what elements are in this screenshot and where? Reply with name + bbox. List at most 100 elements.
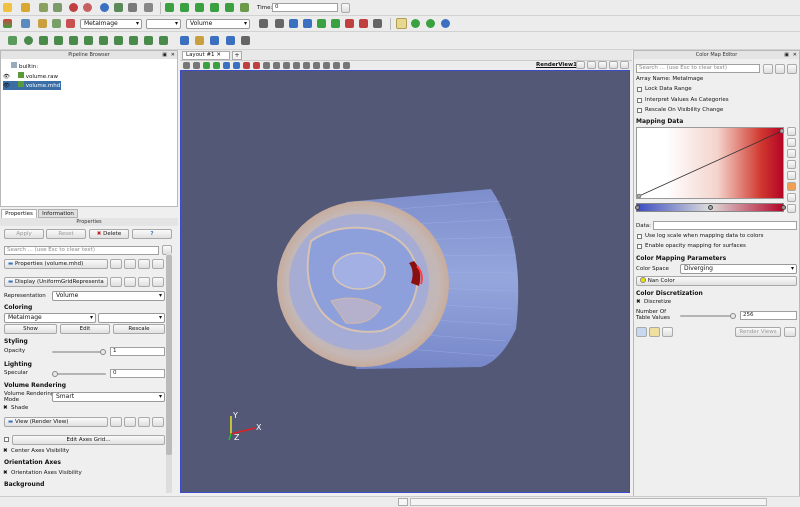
redo-icon[interactable] — [83, 3, 92, 12]
clip-icon[interactable] — [39, 36, 48, 45]
threshold-icon[interactable] — [69, 36, 78, 45]
help-icon[interactable] — [100, 3, 109, 12]
tab-properties[interactable]: Properties — [1, 209, 37, 218]
last-frame-icon[interactable] — [225, 3, 234, 12]
save-defaults-icon[interactable] — [152, 259, 164, 269]
load-state-icon[interactable] — [39, 3, 48, 12]
tree-item-builtin[interactable]: builtin: — [11, 62, 38, 71]
first-frame-icon[interactable] — [165, 3, 174, 12]
cme-close-icon[interactable]: ✕ — [793, 52, 797, 58]
hover-cells-icon[interactable] — [273, 62, 280, 69]
tab-information[interactable]: Information — [38, 209, 78, 218]
split-view-icon[interactable] — [180, 36, 189, 45]
color-point-min[interactable] — [635, 205, 640, 210]
restore-view-icon[interactable] — [609, 61, 618, 69]
color-point-mid[interactable] — [708, 205, 713, 210]
grow-selection-icon[interactable] — [283, 62, 290, 69]
select-polygon-small-icon[interactable] — [233, 62, 240, 69]
hover-points-icon[interactable] — [263, 62, 270, 69]
color-map-icon[interactable] — [3, 19, 12, 28]
opacity-input[interactable]: 1 — [110, 347, 165, 356]
select-block-small-icon[interactable] — [243, 62, 250, 69]
cme-search-input[interactable]: Search ... (use Esc to clear text) — [636, 64, 760, 73]
undo-icon[interactable] — [69, 3, 78, 12]
reset-range-icon[interactable] — [52, 19, 61, 28]
clear-selection-icon[interactable] — [303, 62, 310, 69]
view-help-icon[interactable] — [333, 62, 340, 69]
close-view-icon[interactable] — [620, 61, 629, 69]
edit-colormap-button[interactable]: Edit — [60, 324, 110, 334]
view-y-plus-icon[interactable] — [317, 19, 326, 28]
view-x-minus-icon[interactable] — [303, 19, 312, 28]
view-capture-icon[interactable] — [343, 62, 350, 69]
lookmark-icon[interactable] — [210, 36, 219, 45]
rescale-visible-icon[interactable] — [787, 160, 796, 169]
coloring-select[interactable]: MetaImage — [4, 313, 96, 323]
orientation-axes-checkbox[interactable]: ✖ — [3, 470, 8, 476]
properties-search-input[interactable]: Search ... (use Esc to clear text) — [4, 246, 159, 255]
shade-checkbox[interactable]: ✖ — [3, 405, 8, 411]
find-data-icon[interactable] — [323, 62, 330, 69]
next-frame-icon[interactable] — [210, 3, 219, 12]
show-colorbar-button[interactable]: Show — [4, 324, 57, 334]
view-y-minus-icon[interactable] — [331, 19, 340, 28]
discretize-checkbox[interactable]: ✖ — [636, 299, 641, 305]
presets-icon[interactable] — [787, 182, 796, 191]
pipeline-close-icon[interactable]: ✕ — [171, 52, 175, 58]
edit-axes-grid-button[interactable]: Edit Axes Grid... — [12, 435, 165, 445]
tab-layout-1[interactable]: Layout #1 ✕ — [182, 51, 230, 60]
stream-tracer-icon[interactable] — [114, 36, 123, 45]
delete-button[interactable]: ✖ Delete — [89, 229, 129, 239]
data-value-input[interactable] — [653, 221, 797, 230]
play-icon[interactable] — [195, 3, 204, 12]
save-state-icon[interactable] — [53, 3, 62, 12]
rescale-range-icon[interactable] — [787, 127, 796, 136]
render-view[interactable]: Y X Z — [180, 70, 630, 493]
opacity-slider-track[interactable] — [52, 351, 106, 353]
extract-level-icon[interactable] — [159, 36, 168, 45]
opacity-transfer-editor[interactable] — [636, 127, 785, 199]
toggle-color-legend-icon[interactable] — [21, 19, 30, 28]
view-section-toggle[interactable]: ▬ View (Render View) — [4, 417, 108, 427]
view-z-minus-icon[interactable] — [359, 19, 368, 28]
copy-properties-icon[interactable] — [110, 259, 122, 269]
warp-vector-icon[interactable] — [129, 36, 138, 45]
table-values-input[interactable]: 256 — [740, 311, 797, 320]
add-tab-button[interactable]: + — [232, 51, 242, 60]
maximize-view-icon[interactable] — [598, 61, 607, 69]
color-by-combo[interactable]: MetaImage — [80, 19, 142, 29]
cme-undock-icon[interactable]: ▣ — [784, 52, 789, 58]
help-button[interactable]: ? — [132, 229, 172, 239]
reset-button[interactable]: Reset — [46, 229, 86, 239]
table-values-slider-handle[interactable] — [730, 313, 736, 319]
calculator-icon[interactable] — [8, 36, 17, 45]
eye-icon[interactable]: 👁 — [3, 83, 10, 89]
component-combo[interactable] — [146, 19, 181, 29]
invert-icon[interactable] — [787, 171, 796, 180]
eye-icon[interactable]: 👁 — [3, 74, 10, 80]
reset-camera-icon[interactable] — [259, 19, 268, 28]
rotate-cw-icon[interactable] — [373, 19, 382, 28]
vr-mode-select[interactable]: Smart — [52, 392, 165, 402]
group-datasets-icon[interactable] — [144, 36, 153, 45]
nan-color-button[interactable]: Nan Color — [636, 276, 797, 286]
tree-item-volume-mhd[interactable]: 👁 volume.mhd — [3, 81, 61, 90]
save-display-defaults-icon[interactable] — [152, 277, 164, 287]
representation-combo[interactable]: Volume — [186, 19, 250, 29]
ruler-icon[interactable] — [313, 62, 320, 69]
specular-input[interactable]: 0 — [110, 369, 165, 378]
select-small-icon[interactable] — [193, 62, 200, 69]
select-cells-icon[interactable] — [411, 19, 420, 28]
lock-range-checkbox[interactable] — [637, 87, 642, 92]
pipeline-undock-icon[interactable]: ▣ — [162, 52, 167, 58]
rescale-temporal-icon[interactable] — [787, 149, 796, 158]
interactive-select-icon[interactable] — [253, 62, 260, 69]
log-scale-checkbox[interactable] — [637, 234, 642, 239]
reload-display-icon[interactable] — [138, 277, 150, 287]
table-values-slider-track[interactable] — [680, 315, 736, 317]
color-transfer-bar[interactable] — [635, 203, 786, 212]
save-view-defaults-icon[interactable] — [152, 417, 164, 427]
specular-slider-track[interactable] — [52, 373, 106, 375]
rescale-custom-icon[interactable] — [66, 19, 75, 28]
select-points-small-icon[interactable] — [213, 62, 220, 69]
